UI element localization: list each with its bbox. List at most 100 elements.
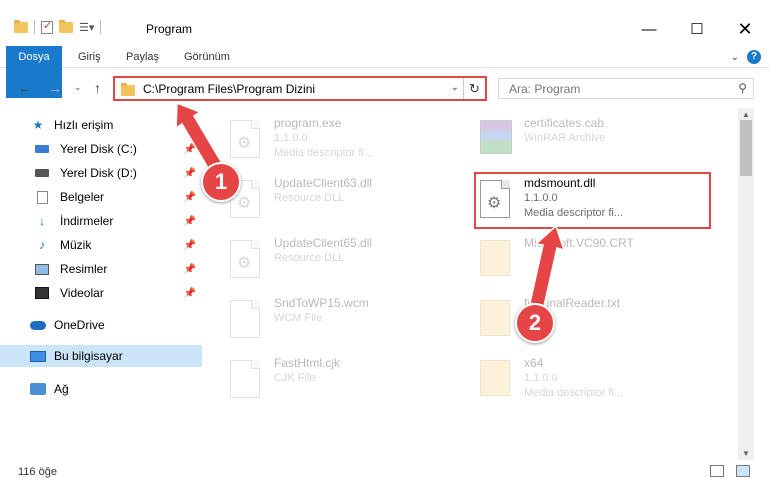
drive-icon <box>34 142 50 156</box>
cloud-icon <box>30 318 46 332</box>
file-detail: CJK File <box>274 372 316 384</box>
large-icons-view-icon[interactable] <box>736 465 750 477</box>
sidebar-item-quick-access[interactable]: ★ Hızlı erişim <box>0 114 202 136</box>
file-name: SndToWP15.wcm <box>274 296 369 310</box>
file-item[interactable]: fileFinalReader.txt <box>452 294 692 346</box>
file-detail: 1.1.0.0 <box>274 132 308 144</box>
file-detail: Resource DLL <box>274 192 345 204</box>
forward-icon[interactable]: → <box>48 80 62 96</box>
up-icon[interactable]: ↑ <box>94 80 101 96</box>
sidebar-item-videos[interactable]: Videolar 📌 <box>0 282 202 304</box>
title-bar: ☰▾ Program — ☐ ✕ <box>0 0 769 46</box>
folder-item[interactable]: x64 1.1.0.0 Media descriptor fi... <box>452 354 692 406</box>
music-icon: ♪ <box>39 238 45 252</box>
back-icon[interactable]: ← <box>18 80 32 96</box>
file-detail: Media descriptor fi... <box>274 147 374 159</box>
folder-icon <box>14 19 28 33</box>
network-icon <box>30 382 46 396</box>
sidebar-item-disk-c[interactable]: Yerel Disk (C:) 📌 <box>0 138 202 160</box>
file-item[interactable]: ⚙ UpdateClient65.dll Resource DLL <box>202 234 442 286</box>
sidebar-item-label: Bu bilgisayar <box>54 349 123 363</box>
documents-icon <box>34 190 50 204</box>
sidebar-item-onedrive[interactable]: OneDrive <box>0 314 202 336</box>
pin-icon[interactable]: 📌 <box>184 216 196 227</box>
file-icon <box>230 300 262 340</box>
file-item[interactable]: FastHtml.cjk CJK File <box>202 354 442 406</box>
callout-2: 2 <box>515 303 555 343</box>
sidebar-item-label: OneDrive <box>54 318 105 332</box>
pictures-icon <box>34 262 50 276</box>
refresh-icon[interactable]: ↻ <box>463 78 485 99</box>
file-name: program.exe <box>274 116 342 130</box>
file-item[interactable]: ⚙ program.exe 1.1.0.0 Media descriptor f… <box>202 114 442 166</box>
details-view-icon[interactable] <box>710 465 724 477</box>
file-detail: Resource DLL <box>274 252 345 264</box>
file-item[interactable]: certificates.cab WinRAR Archive <box>452 114 692 166</box>
maximize-button[interactable]: ☐ <box>673 14 721 44</box>
file-name: UpdateClient63.dll <box>274 176 373 190</box>
scroll-up-icon[interactable]: ▲ <box>742 110 750 119</box>
divider <box>100 20 102 34</box>
sidebar-item-label: Resimler <box>60 262 108 276</box>
pin-icon[interactable]: 📌 <box>184 192 196 203</box>
address-dropdown-icon[interactable]: ⌄ <box>451 82 459 93</box>
sidebar-item-label: Ağ <box>54 382 69 396</box>
exe-file-icon: ⚙ <box>230 120 262 160</box>
sidebar-item-downloads[interactable]: ↓ İndirmeler 📌 <box>0 210 202 232</box>
sidebar-item-documents[interactable]: Belgeler 📌 <box>0 186 202 208</box>
sidebar-item-label: Hızlı erişim <box>54 118 114 132</box>
file-name: certificates.cab <box>524 116 605 130</box>
vertical-scrollbar[interactable]: ▲ ▼ <box>738 108 754 460</box>
status-bar: 116 öğe <box>0 460 769 491</box>
properties-icon[interactable] <box>41 19 53 34</box>
file-detail: 1.1.0.0 <box>524 372 558 384</box>
sidebar-item-label: İndirmeler <box>60 214 114 228</box>
sidebar-item-pictures[interactable]: Resimler 📌 <box>0 258 202 280</box>
quick-access-toolbar: ☰▾ <box>14 19 102 34</box>
pin-icon[interactable]: 📌 <box>184 168 196 179</box>
window-title: Program <box>146 22 193 36</box>
recent-locations-icon[interactable]: ⌄ <box>74 82 82 93</box>
sidebar-item-disk-d[interactable]: Yerel Disk (D:) 📌 <box>0 162 202 184</box>
new-folder-icon[interactable] <box>59 19 73 33</box>
computer-icon <box>30 349 46 363</box>
sidebar-item-label: Müzik <box>60 238 92 252</box>
drive-icon <box>34 166 50 180</box>
tab-view[interactable]: Görünüm <box>184 46 230 68</box>
search-input[interactable]: Ara: Program ⚲ <box>498 78 754 99</box>
search-placeholder: Ara: Program <box>509 82 581 96</box>
address-bar[interactable]: C:\Program Files\Program Dizini ⌄ ↻ <box>113 76 487 101</box>
address-path[interactable]: C:\Program Files\Program Dizini <box>143 82 315 96</box>
sidebar-item-label: Yerel Disk (D:) <box>60 166 137 180</box>
sidebar-item-label: Videolar <box>60 286 104 300</box>
star-icon: ★ <box>32 118 44 132</box>
item-count: 116 öğe <box>18 466 57 478</box>
tab-home[interactable]: Giriş <box>78 46 101 68</box>
pin-icon[interactable]: 📌 <box>184 240 196 251</box>
sidebar-item-network[interactable]: Ağ <box>0 378 202 400</box>
scrollbar-thumb[interactable] <box>740 120 752 176</box>
folder-item[interactable]: Microsoft.VC90.CRT <box>452 234 692 286</box>
customize-toolbar-icon[interactable]: ☰▾ <box>79 21 94 34</box>
file-name: x64 <box>524 356 544 370</box>
navigation-pane: ★ Hızlı erişim Yerel Disk (C:) 📌 Yerel D… <box>0 108 202 460</box>
video-icon <box>34 286 50 300</box>
sidebar-item-music[interactable]: ♪ Müzik 📌 <box>0 234 202 256</box>
folder-icon <box>480 240 512 280</box>
file-list: ⚙ program.exe 1.1.0.0 Media descriptor f… <box>202 108 738 460</box>
pin-icon[interactable]: 📌 <box>184 264 196 275</box>
scroll-down-icon[interactable]: ▼ <box>742 449 750 458</box>
file-item[interactable]: SndToWP15.wcm WCM File <box>202 294 442 346</box>
tab-share[interactable]: Paylaş <box>126 46 159 68</box>
text-file-icon <box>480 300 512 340</box>
pin-icon[interactable]: 📌 <box>184 288 196 299</box>
ribbon: Dosya Giriş Paylaş Görünüm ⌄ ? <box>0 46 769 98</box>
help-icon[interactable]: ? <box>747 50 761 64</box>
close-button[interactable]: ✕ <box>721 14 769 44</box>
minimize-button[interactable]: — <box>625 14 673 44</box>
expand-ribbon-icon[interactable]: ⌄ <box>731 52 739 63</box>
pin-icon[interactable]: 📌 <box>184 144 196 155</box>
sidebar-item-this-pc[interactable]: Bu bilgisayar <box>0 345 202 367</box>
file-detail: WCM File <box>274 312 323 324</box>
search-icon[interactable]: ⚲ <box>738 81 747 95</box>
